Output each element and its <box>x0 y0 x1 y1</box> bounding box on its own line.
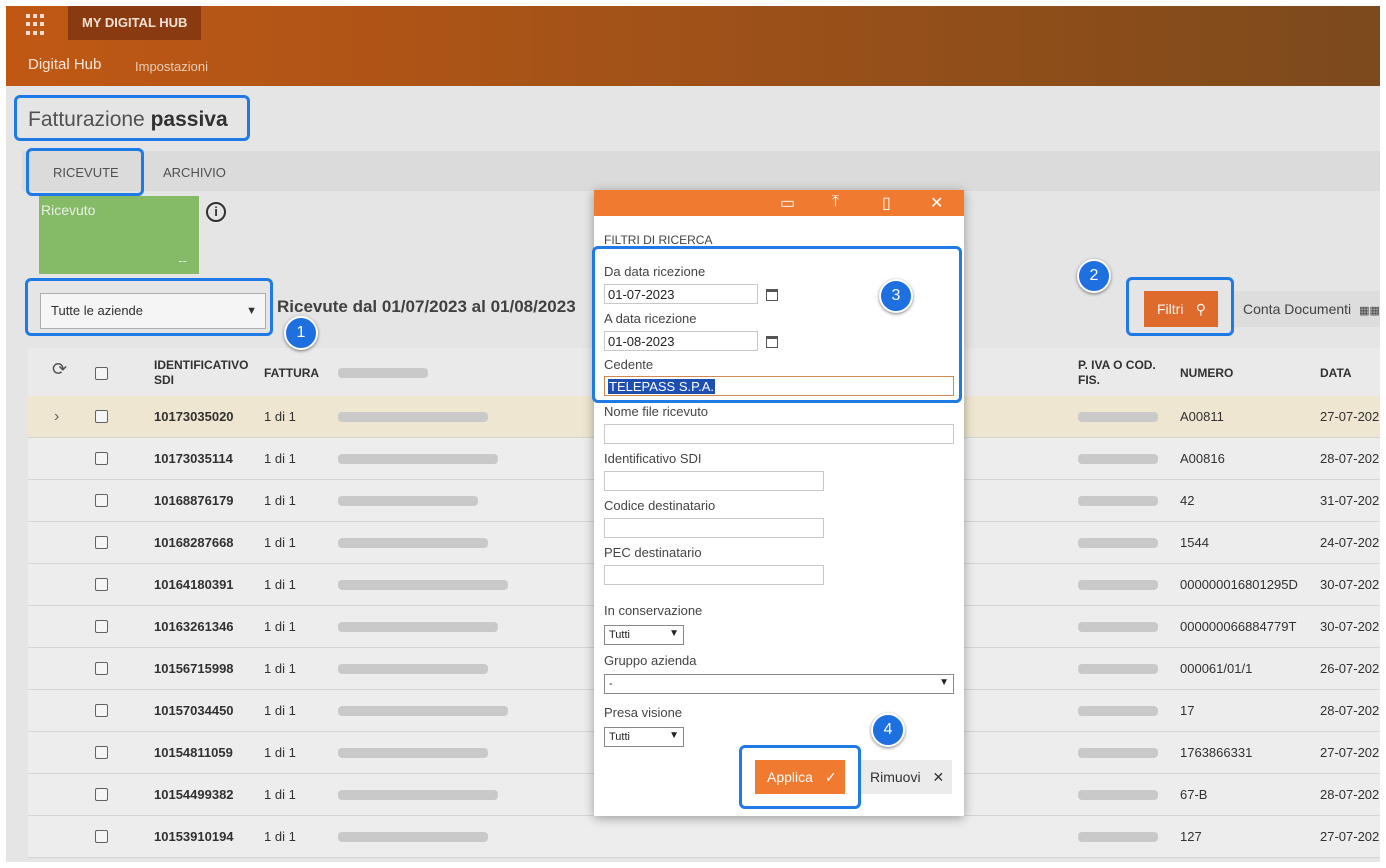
annotation-filters-box <box>592 246 962 403</box>
presa-value: Tutti <box>609 731 630 743</box>
gruppo-select[interactable]: - ▼ <box>604 674 954 694</box>
annotation-title-box <box>14 95 250 141</box>
conservazione-select[interactable]: Tutti ▼ <box>604 625 684 645</box>
badge-3: 3 <box>879 279 913 313</box>
modal-titlebar: ▭ ⤒ ▯ ✕ <box>594 190 964 216</box>
presa-label: Presa visione <box>604 705 683 720</box>
app-name[interactable]: Digital Hub <box>28 56 101 73</box>
pec-dest-label: PEC destinatario <box>604 545 702 560</box>
annotation-tab-box <box>26 148 144 196</box>
rimuovi-label: Rimuovi <box>870 769 921 785</box>
rimuovi-button[interactable]: Rimuovi ✕ <box>860 760 952 794</box>
annotation-applica-box <box>739 745 861 809</box>
gruppo-label: Gruppo azienda <box>604 653 697 668</box>
filter-section-title: FILTRI DI RICERCA <box>604 233 713 247</box>
badge-4: 4 <box>871 713 905 747</box>
chevron-down-icon: ▼ <box>939 677 949 688</box>
brand-label[interactable]: MY DIGITAL HUB <box>68 6 202 40</box>
chevron-down-icon: ▼ <box>669 730 679 741</box>
conservazione-label: In conservazione <box>604 603 703 618</box>
badge-1: 1 <box>284 316 318 350</box>
chevron-down-icon: ▼ <box>669 628 679 639</box>
app-grid-icon[interactable] <box>26 14 48 36</box>
nome-file-label: Nome file ricevuto <box>604 404 709 419</box>
conservazione-value: Tutti <box>609 629 630 641</box>
codice-dest-label: Codice destinatario <box>604 498 716 513</box>
top-header: MY DIGITAL HUB Digital Hub Impostazioni <box>6 6 1380 86</box>
upload-icon[interactable]: ⤒ <box>832 193 839 211</box>
badge-2: 2 <box>1077 259 1111 293</box>
window-icon[interactable]: ▭ <box>780 193 795 213</box>
nome-file-input[interactable] <box>604 424 954 444</box>
pec-dest-input[interactable] <box>604 565 824 585</box>
id-sdi-input[interactable] <box>604 471 824 491</box>
close-icon: ✕ <box>932 769 945 785</box>
codice-dest-input[interactable] <box>604 518 824 538</box>
annotation-company-box <box>25 278 273 336</box>
mobile-icon[interactable]: ▯ <box>882 193 891 213</box>
close-icon[interactable]: ✕ <box>930 193 943 213</box>
presa-select[interactable]: Tutti ▼ <box>604 727 684 747</box>
settings-link[interactable]: Impostazioni <box>135 59 208 74</box>
app-window: MY DIGITAL HUB Digital Hub Impostazioni … <box>6 6 1380 862</box>
id-sdi-label: Identificativo SDI <box>604 451 702 466</box>
gruppo-value: - <box>609 678 613 690</box>
annotation-filtri-box <box>1126 277 1234 336</box>
